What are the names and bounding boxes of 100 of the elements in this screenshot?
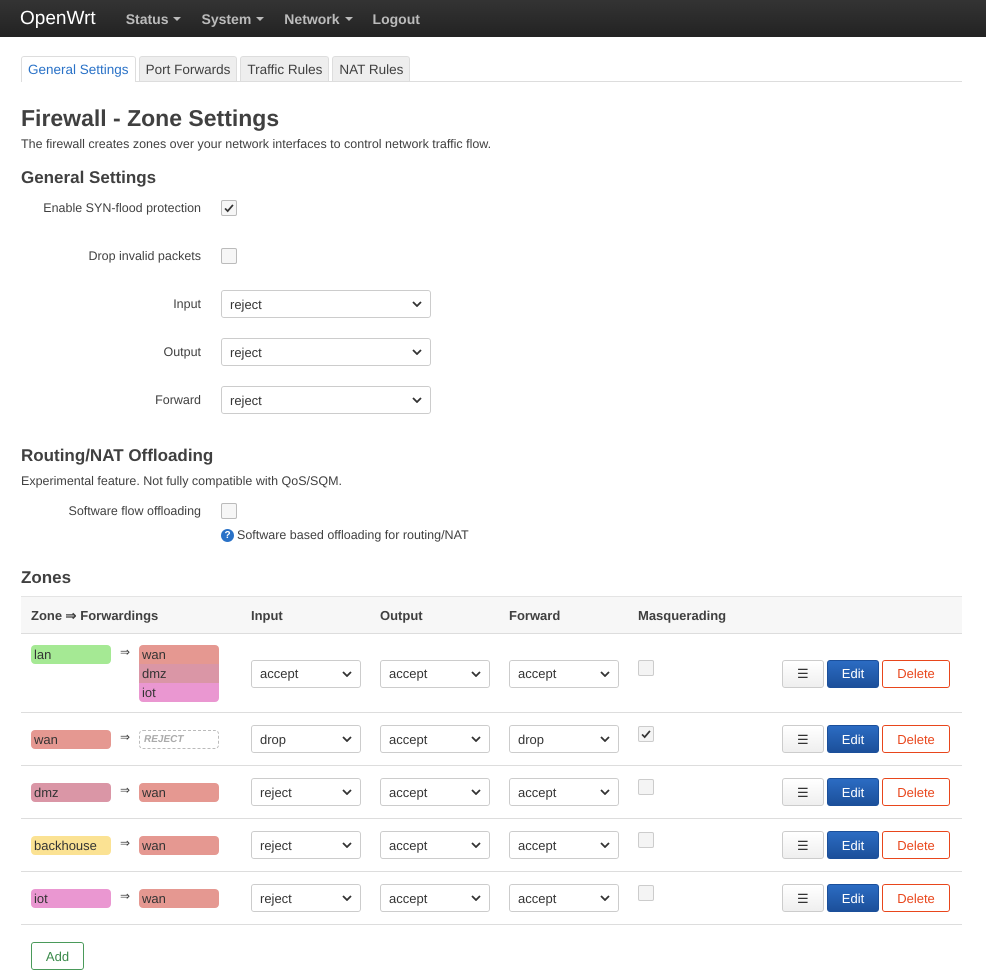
chevron-down-icon xyxy=(342,842,352,848)
arrow: ⇒ xyxy=(119,888,131,902)
menu-button[interactable]: ☰ xyxy=(782,778,824,806)
menu-button[interactable]: ☰ xyxy=(782,660,824,688)
policy-select[interactable]: reject xyxy=(221,338,431,366)
chevron-down-icon xyxy=(471,895,481,901)
chevron-down-icon xyxy=(471,670,481,676)
delete-button[interactable]: Delete xyxy=(882,884,950,912)
page-description: The firewall creates zones over your network interfaces to control network traffic flow. xyxy=(21,137,492,151)
policy-select[interactable]: accept xyxy=(380,778,490,806)
zone-tag: wan xyxy=(139,645,219,664)
chevron-down-icon xyxy=(471,789,481,795)
zone-tag: dmz xyxy=(139,664,219,683)
tab[interactable]: Port Forwards xyxy=(138,56,238,81)
chevron-down-icon xyxy=(600,736,610,742)
checkbox[interactable] xyxy=(638,726,654,742)
edit-button[interactable]: Edit xyxy=(827,884,879,912)
zone-tag: wan xyxy=(31,730,111,748)
arrow: ⇒ xyxy=(119,645,131,659)
zone-tag: backhouse xyxy=(31,836,111,854)
policy-select[interactable]: reject xyxy=(221,386,431,414)
checkbox[interactable] xyxy=(221,503,237,519)
section-heading: General Settings xyxy=(21,168,158,188)
edit-button[interactable]: Edit xyxy=(827,725,879,753)
brand-logo[interactable]: OpenWrt xyxy=(20,8,96,30)
policy-select[interactable]: drop xyxy=(509,725,619,753)
menu-button[interactable]: ☰ xyxy=(782,884,824,912)
edit-button[interactable]: Edit xyxy=(827,660,879,688)
checkbox[interactable] xyxy=(638,778,654,794)
help-text: Software based offloading for routing/NAT xyxy=(237,528,469,542)
column-header: Masquerading xyxy=(637,608,728,622)
section-heading: Routing/NAT Offloading xyxy=(21,446,214,466)
menu-item[interactable]: Network xyxy=(284,10,353,26)
chevron-down-icon xyxy=(342,670,352,676)
policy-select[interactable]: accept xyxy=(509,831,619,859)
column-header: Forward xyxy=(508,608,562,622)
zone-tag: iot xyxy=(31,888,111,908)
column-header: Input xyxy=(250,608,284,622)
field-label: Drop invalid packets xyxy=(87,249,201,263)
zone-tag: wan xyxy=(139,888,219,908)
chevron-down-icon xyxy=(342,789,352,795)
policy-select[interactable]: accept xyxy=(251,660,361,688)
checkbox[interactable] xyxy=(638,660,654,676)
menu-item[interactable]: System xyxy=(201,10,264,26)
policy-select[interactable]: accept xyxy=(380,831,490,859)
menu-button[interactable]: ☰ xyxy=(782,831,824,859)
policy-select[interactable]: accept xyxy=(509,884,619,912)
checkbox[interactable] xyxy=(638,884,654,900)
field-label: Software flow offloading xyxy=(68,504,201,518)
delete-button[interactable]: Delete xyxy=(882,725,950,753)
column-header: Output xyxy=(379,608,424,622)
zone-tag: lan xyxy=(31,645,111,664)
menu-button[interactable]: ☰ xyxy=(782,725,824,753)
menu-item[interactable]: Logout xyxy=(372,10,420,26)
chevron-down-icon xyxy=(600,789,610,795)
policy-select[interactable]: drop xyxy=(251,725,361,753)
section-heading: Zones xyxy=(21,568,72,588)
arrow: ⇒ xyxy=(119,782,131,796)
page-title: Firewall - Zone Settings xyxy=(21,105,280,132)
field-label: Output xyxy=(162,345,201,359)
checkbox[interactable] xyxy=(221,248,237,264)
zone-tag: dmz xyxy=(31,782,111,802)
chevron-down-icon xyxy=(412,397,422,403)
delete-button[interactable]: Delete xyxy=(882,778,950,806)
help-icon: ? xyxy=(221,528,234,542)
policy-select[interactable]: accept xyxy=(380,725,490,753)
zone-tag: wan xyxy=(139,782,219,802)
chevron-down-icon xyxy=(600,670,610,676)
edit-button[interactable]: Edit xyxy=(827,831,879,859)
chevron-down-icon xyxy=(600,842,610,848)
policy-select[interactable]: reject xyxy=(251,884,361,912)
delete-button[interactable]: Delete xyxy=(882,660,950,688)
add-button[interactable]: Add xyxy=(31,942,84,970)
policy-select[interactable]: reject xyxy=(251,778,361,806)
delete-button[interactable]: Delete xyxy=(882,831,950,859)
checkbox[interactable] xyxy=(221,200,237,216)
chevron-down-icon xyxy=(342,736,352,742)
chevron-down-icon xyxy=(471,736,481,742)
section-description: Experimental feature. Not fully compatible with QoS/SQM. xyxy=(21,474,343,488)
policy-select[interactable]: accept xyxy=(380,660,490,688)
chevron-down-icon xyxy=(412,349,422,355)
zone-tag: REJECT xyxy=(139,730,219,748)
tab[interactable]: Traffic Rules xyxy=(240,56,330,81)
policy-select[interactable]: accept xyxy=(380,884,490,912)
zone-tag: wan xyxy=(139,836,219,854)
policy-select[interactable]: accept xyxy=(509,660,619,688)
chevron-down-icon xyxy=(600,895,610,901)
checkbox[interactable] xyxy=(638,832,654,848)
policy-select[interactable]: reject xyxy=(221,290,431,318)
tab[interactable]: NAT Rules xyxy=(332,56,410,81)
arrow: ⇒ xyxy=(119,730,131,744)
zone-tag: iot xyxy=(139,683,219,702)
arrow: ⇒ xyxy=(119,836,131,850)
menu-item[interactable]: Status xyxy=(126,10,182,26)
tab[interactable]: General Settings xyxy=(21,56,136,82)
column-header: Zone ⇒ Forwardings xyxy=(30,608,160,622)
edit-button[interactable]: Edit xyxy=(827,778,879,806)
field-label: Enable SYN-flood protection xyxy=(42,201,201,215)
policy-select[interactable]: accept xyxy=(509,778,619,806)
policy-select[interactable]: reject xyxy=(251,831,361,859)
